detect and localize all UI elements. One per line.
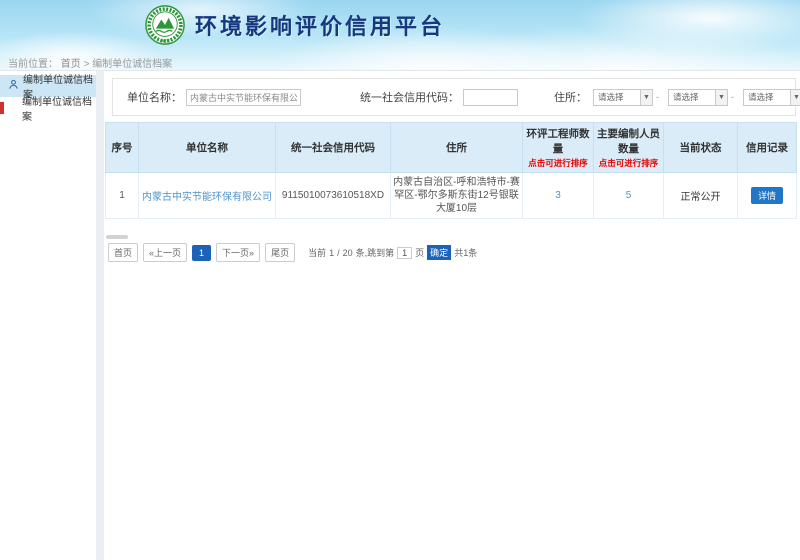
table-row: 1 内蒙古中实节能环保有限公司 9115010073610518XD 内蒙古自治… [106,173,797,219]
cell-address: 内蒙古自治区-呼和浩特市-赛罕区-鄂尔多斯东街12号银联大厦10层 [391,173,523,219]
info-unit: 条,跳到第 [356,246,395,259]
jump-suffix: 页 [415,246,424,259]
select-value[interactable]: 请选择 [593,89,640,106]
first-page-button[interactable]: 首页 [108,243,138,262]
unit-name-input[interactable] [186,89,301,106]
prev-page-button[interactable]: «上一页 [143,243,187,262]
results-table: 序号 单位名称 统一社会信用代码 住所 环评工程师数量 点击可进行排序 主要编制… [105,122,797,219]
col-header-credit-record: 信用记录 [738,123,797,173]
address-label: 住所： [554,89,587,105]
sidebar: 编制单位诚信档案 编制单位诚信档案 [0,71,96,560]
info-prefix: 当前 [308,246,326,259]
credit-code-input[interactable] [463,89,518,106]
red-marker-icon [0,102,4,114]
breadcrumb: 当前位置： 首页 > 编制单位诚信档案 [8,55,172,70]
col-header-address: 住所 [391,123,523,173]
col-label: 环评工程师数量 [527,128,590,155]
scrollbar-thumb[interactable] [106,235,128,239]
info-page: 1 [329,248,334,258]
horizontal-scrollbar [106,235,796,240]
info-total-pages: 20 [343,248,353,258]
next-page-button[interactable]: 下一页» [216,243,260,262]
select-separator: - [731,92,734,102]
unit-name-link[interactable]: 内蒙古中实节能环保有限公司 [142,192,272,203]
select-value[interactable]: 请选择 [668,89,715,106]
engineer-count-link[interactable]: 3 [555,190,561,201]
col-header-status: 当前状态 [664,123,738,173]
sidebar-divider [96,71,104,560]
address-select-district[interactable]: 请选择 ▼ [743,89,800,106]
info-slash: / [337,248,340,258]
chevron-down-icon[interactable]: ▼ [790,89,800,106]
breadcrumb-current: 编制单位诚信档案 [92,59,172,70]
staff-count-link[interactable]: 5 [626,190,632,201]
select-value[interactable]: 请选择 [743,89,790,106]
detail-button[interactable]: 详情 [751,187,783,204]
cell-status: 正常公开 [664,173,738,219]
sidebar-item-label: 编制单位诚信档案 [22,93,96,123]
cell-index: 1 [106,173,139,219]
address-select-province[interactable]: 请选择 ▼ [593,89,653,106]
breadcrumb-label: 当前位置： [8,59,58,70]
last-page-button[interactable]: 尾页 [265,243,295,262]
page-title: 环境影响评价信用平台 [195,9,445,41]
address-select-city[interactable]: 请选择 ▼ [668,89,728,106]
table-header-row: 序号 单位名称 统一社会信用代码 住所 环评工程师数量 点击可进行排序 主要编制… [106,123,797,173]
select-separator: - [656,92,659,102]
col-header-credit-code: 统一社会信用代码 [276,123,391,173]
current-page-button[interactable]: 1 [192,245,211,261]
mee-logo-icon: MEE [145,5,185,45]
jump-page-input[interactable] [397,247,412,259]
person-icon [8,79,19,93]
sidebar-item-credit-archive[interactable]: 编制单位诚信档案 [0,97,96,119]
main-content: 单位名称： 统一社会信用代码： 住所： 请选择 ▼ - 请选择 ▼ - 请选择 … [104,71,800,560]
col-header-unit-name: 单位名称 [139,123,276,173]
jump-confirm-button[interactable]: 确定 [427,245,451,260]
col-header-index: 序号 [106,123,139,173]
col-header-engineer-count[interactable]: 环评工程师数量 点击可进行排序 [523,123,594,173]
sort-hint: 点击可进行排序 [524,157,592,169]
credit-code-label: 统一社会信用代码： [360,89,459,105]
chevron-down-icon[interactable]: ▼ [640,89,653,106]
col-header-staff-count[interactable]: 主要编制人员数量 点击可进行排序 [594,123,664,173]
pagination: 首页 «上一页 1 下一页» 尾页 当前 1 / 20 条,跳到第 页 确定 共… [108,243,477,262]
cell-credit-code: 9115010073610518XD [276,173,391,219]
total-count: 共1条 [454,246,477,259]
sort-hint: 点击可进行排序 [595,157,662,169]
breadcrumb-home-link[interactable]: 首页 [61,59,81,70]
chevron-down-icon[interactable]: ▼ [715,89,728,106]
breadcrumb-separator: > [84,59,90,70]
search-panel: 单位名称： 统一社会信用代码： 住所： 请选择 ▼ - 请选择 ▼ - 请选择 … [112,78,796,116]
unit-name-label: 单位名称： [127,89,182,105]
pagination-info: 当前 1 / 20 条,跳到第 页 确定 共1条 [308,245,477,260]
svg-text:MEE: MEE [160,38,170,43]
col-label: 主要编制人员数量 [597,128,660,155]
